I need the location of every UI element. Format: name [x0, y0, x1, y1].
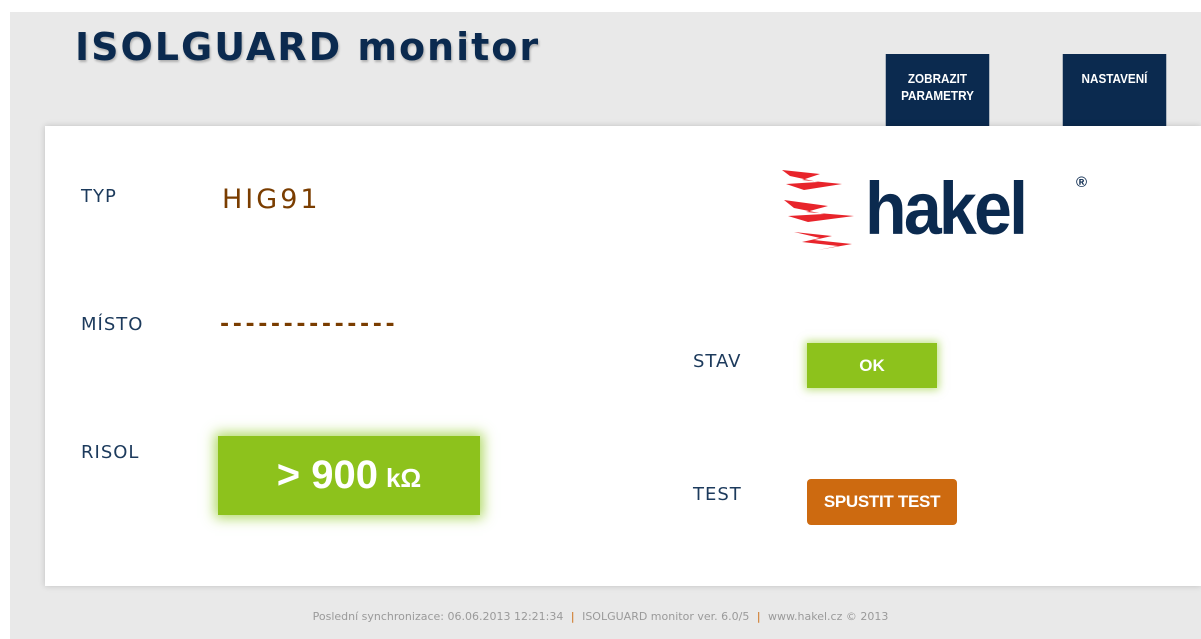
- footer-site[interactable]: www.hakel.cz © 2013: [768, 610, 888, 623]
- app-title: ISOLGUARD monitor: [75, 25, 541, 69]
- show-parameters-button[interactable]: ZOBRAZIT PARAMETRY: [885, 54, 990, 128]
- place-label: MÍSTO: [81, 314, 144, 335]
- footer: Poslední synchronizace: 06.06.2013 12:21…: [0, 610, 1201, 623]
- risol-unit: kΩ: [385, 463, 422, 493]
- footer-sync: Poslední synchronizace: 06.06.2013 12:21…: [312, 610, 564, 623]
- place-value: --------------: [220, 312, 399, 337]
- show-parameters-label: ZOBRAZIT PARAMETRY: [901, 71, 974, 103]
- type-label: TYP: [81, 186, 117, 207]
- risol-value: > 900: [276, 453, 378, 497]
- lightning-icon: [782, 170, 854, 250]
- main-panel: TYP HIG91 MÍSTO -------------- RISOL > 9…: [45, 126, 1201, 586]
- footer-separator: |: [570, 610, 575, 623]
- settings-button[interactable]: NASTAVENÍ: [1062, 54, 1167, 128]
- footer-version: ISOLGUARD monitor ver. 6.0/5: [582, 610, 750, 623]
- logo-registered: ®: [1076, 174, 1088, 191]
- test-label: TEST: [693, 484, 742, 505]
- logo-text: hakel: [865, 167, 1028, 250]
- start-test-button[interactable]: SPUSTIT TEST: [807, 479, 957, 525]
- settings-label: NASTAVENÍ: [1081, 71, 1148, 86]
- risol-label: RISOL: [81, 442, 140, 463]
- status-badge: OK: [807, 343, 937, 388]
- risol-value-box: > 900 kΩ: [218, 436, 480, 515]
- hakel-logo: hakel ®: [780, 164, 1100, 254]
- status-label: STAV: [693, 351, 742, 372]
- type-value: HIG91: [222, 184, 321, 215]
- footer-separator: |: [756, 610, 761, 623]
